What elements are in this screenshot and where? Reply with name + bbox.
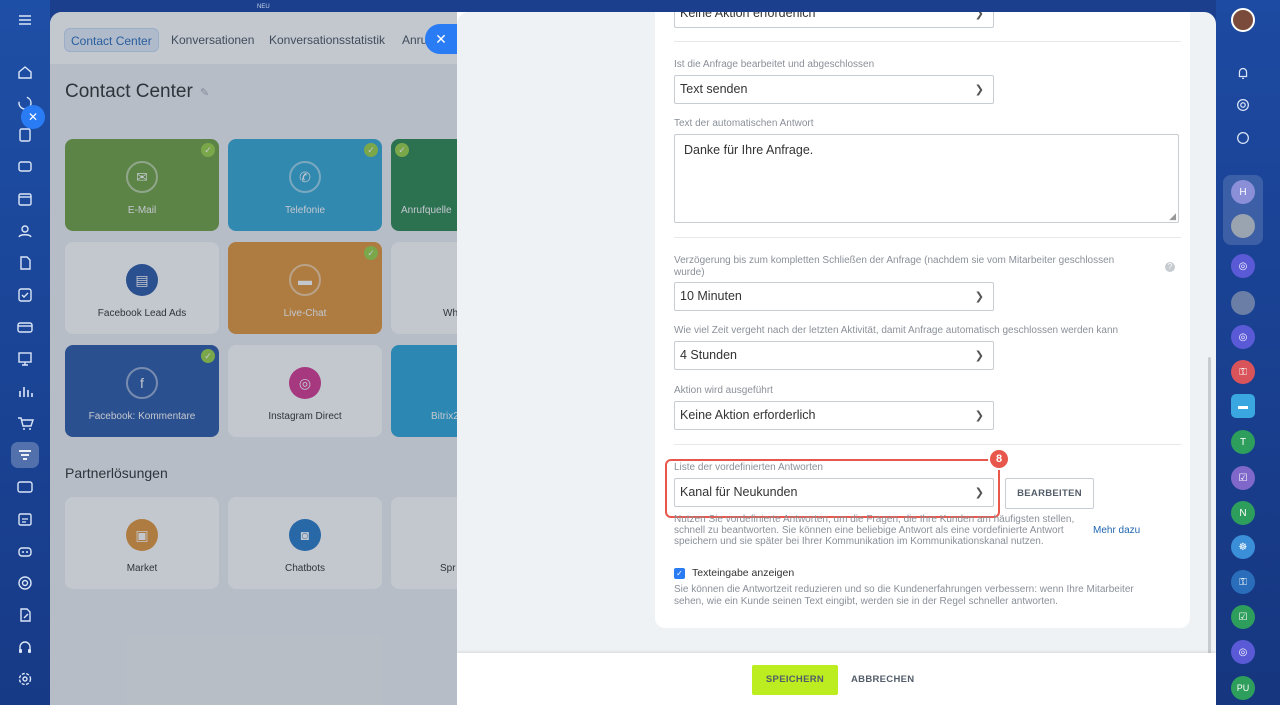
inactivity-label: Wie viel Zeit vergeht nach der letzten A…: [674, 325, 1119, 336]
id-icon[interactable]: [14, 476, 36, 498]
group-icon[interactable]: ☸: [1231, 535, 1255, 559]
close-slider-button[interactable]: ✕: [425, 24, 457, 54]
avatar-t[interactable]: T: [1231, 430, 1255, 454]
save-button[interactable]: SPEICHERN: [752, 665, 838, 695]
select-value: Kanal für Neukunden: [680, 485, 798, 499]
edit-predefined-button[interactable]: BEARBEITEN: [1005, 478, 1094, 509]
chevron-down-icon: ❯: [974, 410, 984, 422]
scrollbar[interactable]: [1208, 357, 1211, 702]
task-icon[interactable]: ☑: [1231, 466, 1255, 490]
menu-icon[interactable]: [14, 9, 36, 31]
select-value: Keine Aktion erforderlich: [680, 408, 816, 422]
autoreply-textarea[interactable]: Danke für Ihre Anfrage. ◢: [674, 134, 1179, 223]
settings-icon[interactable]: [14, 668, 36, 690]
chevron-down-icon: ❯: [974, 84, 984, 96]
typing-help-text: Sie können die Antwortzeit reduzieren un…: [674, 584, 1134, 607]
user-avatar[interactable]: [1231, 8, 1255, 32]
resize-handle-icon[interactable]: ◢: [1169, 211, 1176, 222]
divider: [674, 444, 1181, 445]
chevron-down-icon: ❯: [974, 12, 984, 20]
select-value: 4 Stunden: [680, 348, 737, 362]
chat-bubble-icon[interactable]: [1231, 126, 1255, 150]
more-info-link[interactable]: Mehr dazu: [1093, 525, 1140, 536]
filter-icon[interactable]: [14, 444, 36, 466]
divider: [674, 41, 1181, 42]
select-value: Keine Aktion erforderlich: [680, 12, 816, 20]
left-sidebar: ✕: [0, 0, 50, 705]
chevron-down-icon: ❯: [974, 487, 984, 499]
delay-select[interactable]: 10 Minuten ❯: [674, 282, 994, 311]
chart-icon[interactable]: [14, 380, 36, 402]
action-select[interactable]: Keine Aktion erforderlich ❯: [674, 401, 994, 430]
typing-checkbox[interactable]: ✓: [674, 568, 685, 579]
autoreply-label: Text der automatischen Antwort: [674, 118, 814, 129]
close-icon: ✕: [435, 30, 447, 47]
autoreply-text: Danke für Ihre Anfrage.: [684, 143, 814, 157]
board-icon[interactable]: [14, 348, 36, 370]
processed-label: Ist die Anfrage bearbeitet und abgeschlo…: [674, 59, 875, 70]
target-icon[interactable]: [14, 572, 36, 594]
avatar-n[interactable]: N: [1231, 501, 1255, 525]
new-badge: NEU: [257, 4, 270, 10]
divider: [674, 237, 1181, 238]
contacts-icon[interactable]: [14, 220, 36, 242]
dim-overlay: [50, 12, 457, 705]
bell-icon[interactable]: [1231, 61, 1255, 85]
target-icon[interactable]: [1231, 93, 1255, 117]
processed-select[interactable]: Text senden ❯: [674, 75, 994, 104]
user-avatar[interactable]: [1231, 214, 1255, 238]
top-action-select[interactable]: Keine Aktion erforderlich ❯: [674, 12, 994, 28]
card-icon[interactable]: [14, 316, 36, 338]
footer-bar: SPEICHERN ABBRECHEN: [457, 653, 1216, 705]
home-icon[interactable]: [14, 61, 36, 83]
task-icon[interactable]: [14, 284, 36, 306]
select-value: Text senden: [680, 82, 748, 96]
help-icon[interactable]: ?: [1165, 262, 1175, 272]
select-value: 10 Minuten: [680, 289, 742, 303]
chevron-down-icon: ❯: [974, 350, 984, 362]
settings-form-card: Keine Aktion erforderlich ❯ Ist die Anfr…: [655, 12, 1190, 628]
task-icon[interactable]: ☑: [1231, 605, 1255, 629]
cart-icon[interactable]: [14, 412, 36, 434]
inactivity-select[interactable]: 4 Stunden ❯: [674, 341, 994, 370]
open-channel-icon[interactable]: ◎: [1231, 640, 1255, 664]
file-icon[interactable]: [14, 252, 36, 274]
calendar-icon[interactable]: [14, 188, 36, 210]
predefined-label: Liste der vordefinierten Antworten: [674, 462, 823, 473]
timeline-icon[interactable]: [14, 508, 36, 530]
chat-icon[interactable]: [14, 156, 36, 178]
lock-icon[interactable]: ⚿: [1231, 360, 1255, 384]
avatar-pu[interactable]: PU: [1231, 676, 1255, 700]
chat-icon[interactable]: ▬: [1231, 394, 1255, 418]
delay-label: Verzögerung bis zum kompletten Schließen…: [674, 255, 1115, 278]
lock-icon[interactable]: ⚿: [1231, 570, 1255, 594]
predefined-answers-select[interactable]: Kanal für Neukunden ❯: [674, 478, 994, 507]
step-badge: 8: [988, 448, 1010, 470]
edit-icon[interactable]: [14, 604, 36, 626]
settings-slider: Keine Aktion erforderlich ❯ Ist die Anfr…: [457, 12, 1216, 705]
open-channel-icon[interactable]: ◎: [1231, 254, 1255, 278]
predefined-help-text: Nutzen Sie vordefinierte Antworten, um d…: [674, 514, 1075, 547]
chevron-down-icon: ❯: [974, 291, 984, 303]
headset-icon[interactable]: [14, 636, 36, 658]
avatar-h[interactable]: H: [1231, 180, 1255, 204]
typing-checkbox-label: Texteingabe anzeigen: [692, 567, 795, 579]
document-icon[interactable]: [14, 124, 36, 146]
action-label: Aktion wird ausgeführt: [674, 385, 773, 396]
open-channel-icon[interactable]: ◎: [1231, 325, 1255, 349]
robot-icon[interactable]: [14, 540, 36, 562]
user-avatar[interactable]: [1231, 291, 1255, 315]
cancel-button[interactable]: ABBRECHEN: [851, 665, 914, 695]
